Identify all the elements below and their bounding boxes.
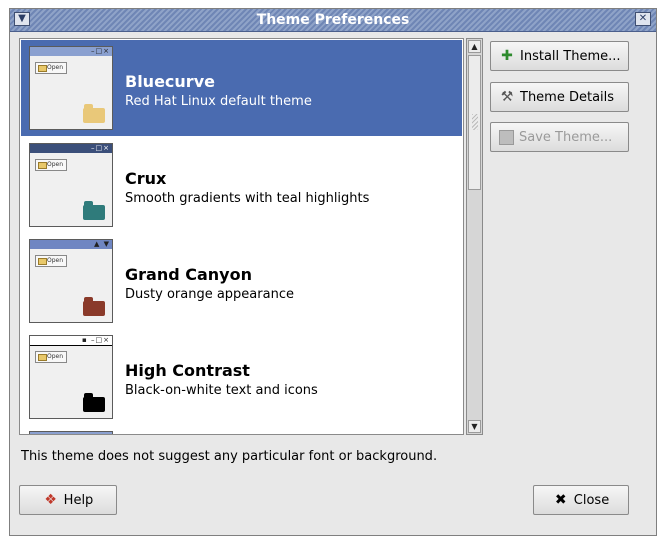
theme-name: Bluecurve [125, 72, 215, 91]
arrow-up-icon: ▲ [471, 42, 478, 51]
close-icon: ✖ [554, 492, 567, 508]
scrollbar-thumb[interactable] [468, 55, 481, 190]
folder-icon [83, 297, 105, 316]
theme-row-high-contrast[interactable]: ▪ –□× Open High Contrast Black-on-white … [21, 329, 462, 425]
theme-details-button[interactable]: ⚒ Theme Details [490, 82, 629, 112]
help-label: Help [63, 492, 94, 508]
window-title: Theme Preferences [256, 12, 410, 28]
window-close-button[interactable]: ✕ [635, 12, 651, 26]
theme-description: Dusty orange appearance [125, 287, 294, 302]
preview-open-button: Open [35, 62, 67, 74]
theme-preview: –□× Open [29, 46, 113, 130]
title-bar[interactable]: ▼ Theme Preferences ✕ [10, 9, 656, 32]
theme-details-label: Theme Details [520, 89, 615, 105]
folder-icon [83, 104, 105, 123]
floppy-disk-icon [499, 129, 514, 145]
theme-description: Black-on-white text and icons [125, 383, 318, 398]
theme-row-grand-canyon[interactable]: ▲ ▼ Open Grand Canyon Dusty orange appea… [21, 233, 462, 329]
theme-row-bluecurve[interactable]: –□× Open Bluecurve Red Hat Linux default… [21, 40, 462, 136]
preview-open-button: Open [35, 255, 67, 267]
theme-name: High Contrast [125, 361, 250, 380]
theme-row-crux[interactable]: –□× Open Crux Smooth gradients with teal… [21, 137, 462, 233]
lifebuoy-icon: ❖ [44, 492, 57, 508]
help-button[interactable]: ❖ Help [19, 485, 117, 515]
close-icon: ✕ [638, 13, 648, 24]
preview-open-button: Open [35, 351, 67, 363]
close-label: Close [573, 492, 610, 508]
theme-description: Smooth gradients with teal highlights [125, 191, 370, 206]
folder-icon [83, 201, 105, 220]
theme-name: Crux [125, 169, 167, 188]
theme-preview: ▲ ▼ Open [29, 239, 113, 323]
install-theme-button[interactable]: ✚ Install Theme... [490, 41, 629, 71]
install-theme-label: Install Theme... [520, 48, 621, 64]
plus-icon: ✚ [501, 48, 513, 64]
preview-open-button: Open [35, 159, 67, 171]
theme-row-partial[interactable] [21, 425, 462, 434]
theme-list-scrollbar[interactable]: ▲ ▼ [466, 38, 483, 435]
theme-preview: –□× Open [29, 143, 113, 227]
scroll-down-button[interactable]: ▼ [468, 420, 481, 433]
theme-preview [29, 431, 113, 434]
tools-icon: ⚒ [500, 89, 514, 105]
save-theme-label: Save Theme... [519, 129, 613, 145]
arrow-down-icon: ▼ [471, 422, 478, 431]
theme-preview: ▪ –□× Open [29, 335, 113, 419]
theme-list[interactable]: –□× Open Bluecurve Red Hat Linux default… [19, 38, 464, 435]
close-button[interactable]: ✖ Close [533, 485, 629, 515]
theme-info-text: This theme does not suggest any particul… [21, 449, 438, 464]
scroll-up-button[interactable]: ▲ [468, 40, 481, 53]
theme-description: Red Hat Linux default theme [125, 94, 312, 109]
folder-icon [83, 393, 105, 412]
save-theme-button[interactable]: Save Theme... [490, 122, 629, 152]
theme-name: Grand Canyon [125, 265, 252, 284]
